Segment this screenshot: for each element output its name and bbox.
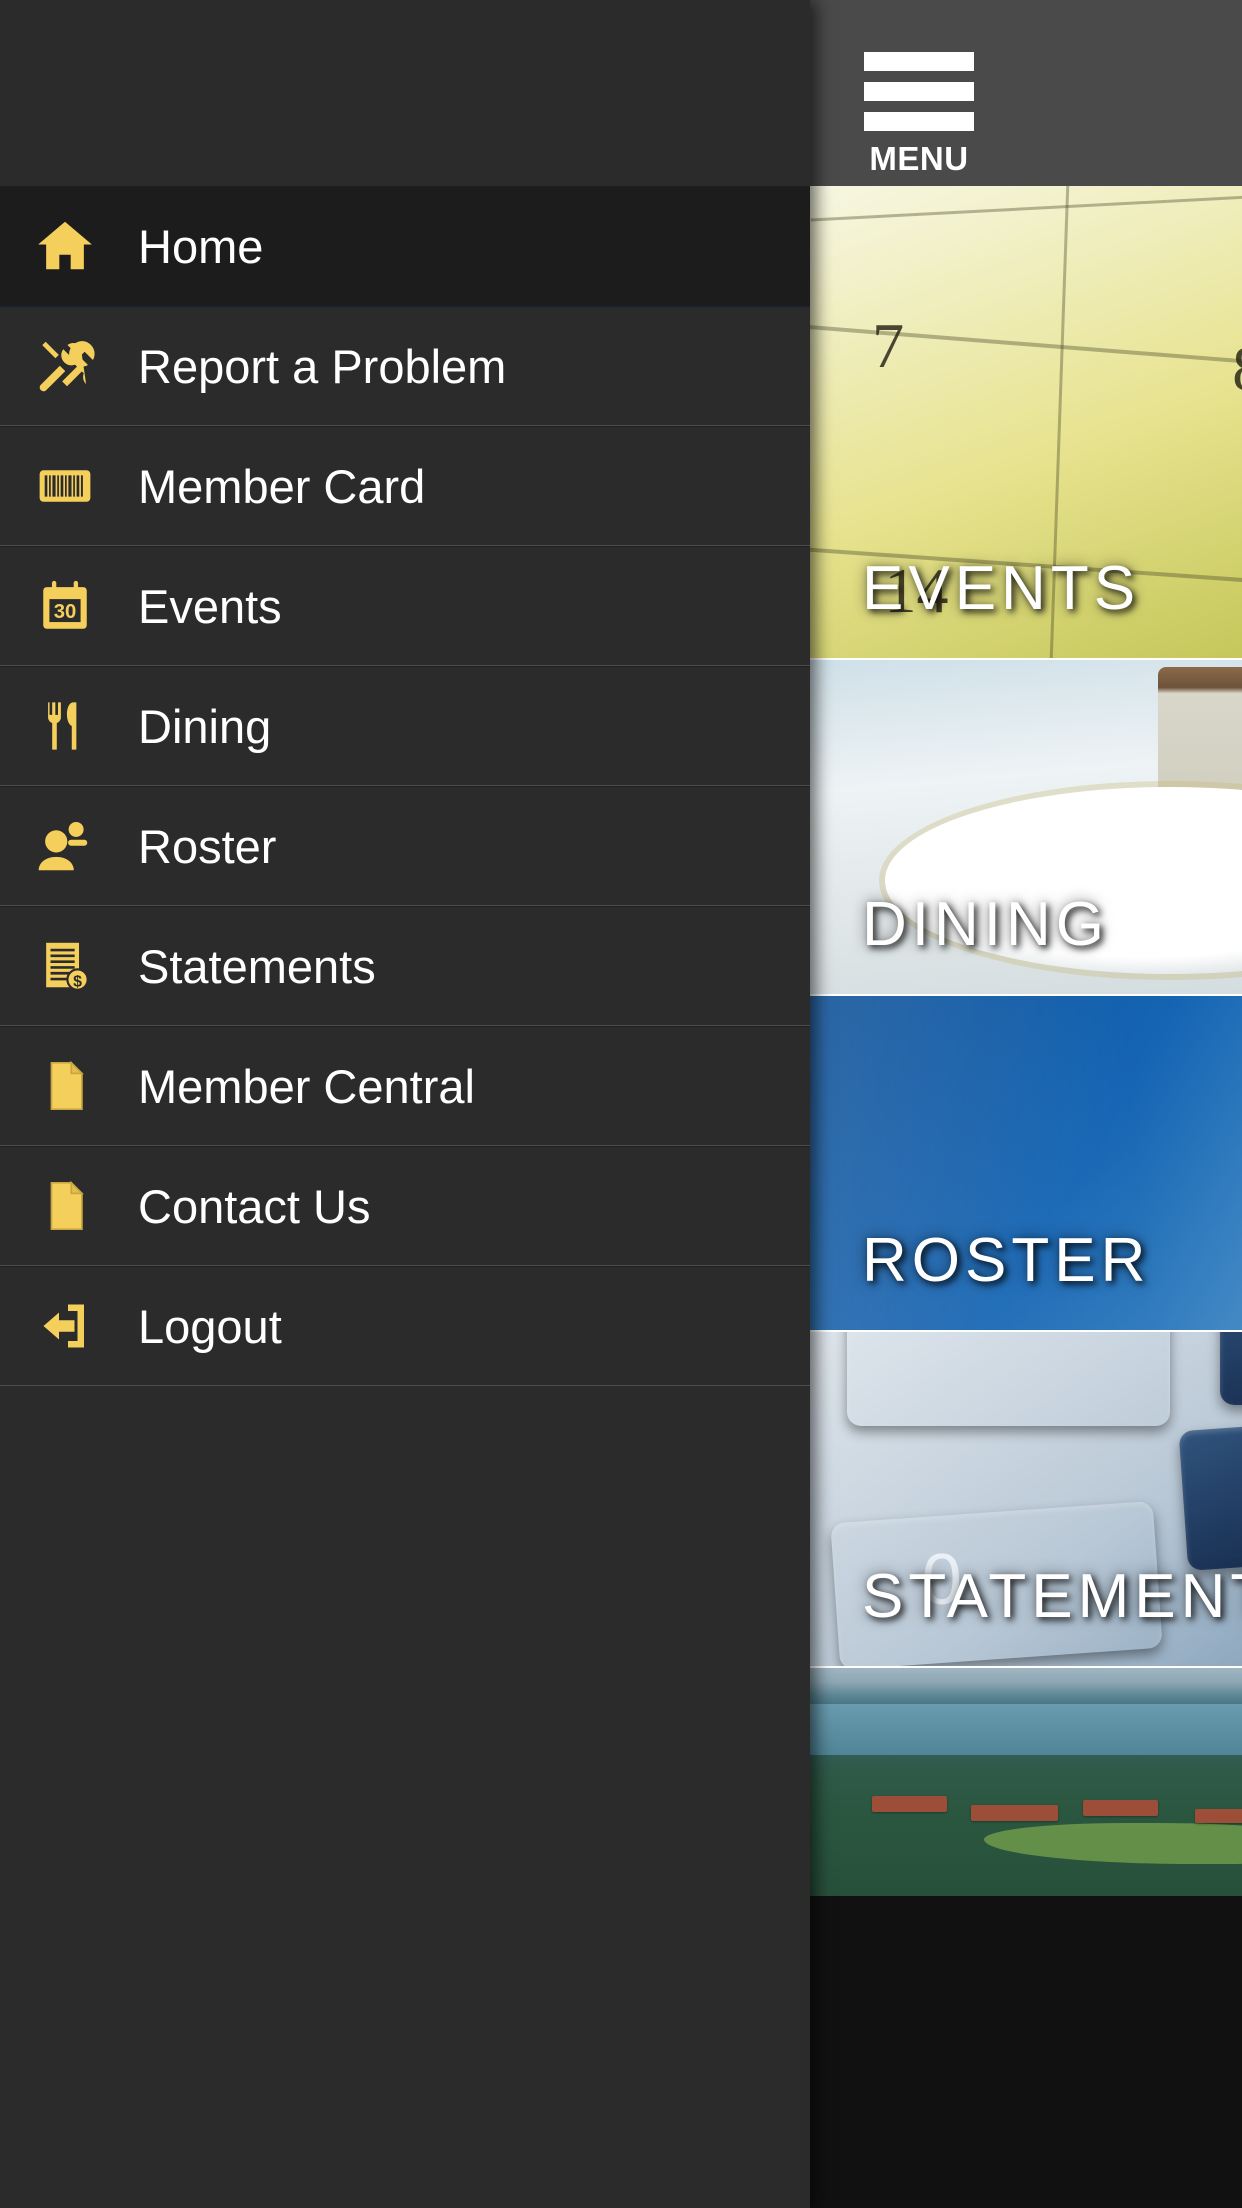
sidebar-item-label-dining: Dining bbox=[138, 699, 272, 753]
sidebar-item-label-statements: Statements bbox=[138, 939, 376, 993]
sidebar-item-label-member-central: Member Central bbox=[138, 1059, 475, 1113]
sidebar-item-statements[interactable]: $ Statements bbox=[0, 906, 810, 1026]
sidebar-item-logout[interactable]: Logout bbox=[0, 1266, 810, 1386]
sidebar-item-dining[interactable]: Dining bbox=[0, 666, 810, 786]
invoice-icon: $ bbox=[26, 927, 104, 1005]
tile-label-roster: ROSTER bbox=[862, 1226, 1151, 1295]
drawer-header-spacer bbox=[0, 0, 810, 186]
calendar-icon: 30 bbox=[26, 567, 104, 645]
page-icon bbox=[26, 1047, 104, 1125]
app-root: MENU 1 7 8 9 14 15 EVENTS bbox=[0, 0, 1242, 2208]
tile-statements[interactable]: 0 2 STATEMENTS bbox=[810, 1332, 1242, 1668]
sidebar-item-contact-us[interactable]: Contact Us bbox=[0, 1146, 810, 1266]
sidebar-item-label-home: Home bbox=[138, 219, 264, 273]
community-tile-image bbox=[810, 1668, 1242, 1896]
sidebar-item-label-member-card: Member Card bbox=[138, 459, 426, 513]
cutlery-icon bbox=[26, 687, 104, 765]
sidebar-item-roster[interactable]: Roster bbox=[0, 786, 810, 906]
home-icon bbox=[26, 207, 104, 285]
top-app-bar: MENU bbox=[810, 0, 1242, 186]
sidebar-item-report-a-problem[interactable]: Report a Problem bbox=[0, 306, 810, 426]
page-icon bbox=[26, 1167, 104, 1245]
people-icon bbox=[26, 807, 104, 885]
tile-label-events: EVENTS bbox=[862, 554, 1141, 623]
tile-community[interactable] bbox=[810, 1668, 1242, 1896]
menu-button-label: MENU bbox=[869, 140, 969, 177]
sidebar-item-label-events: Events bbox=[138, 579, 282, 633]
tile-events[interactable]: 1 7 8 9 14 15 EVENTS bbox=[810, 186, 1242, 660]
sidebar-item-label-logout: Logout bbox=[138, 1299, 282, 1353]
hamburger-menu-button[interactable]: MENU bbox=[864, 52, 974, 175]
svg-text:$: $ bbox=[73, 973, 82, 990]
main-content: MENU 1 7 8 9 14 15 EVENTS bbox=[810, 0, 1242, 2208]
sidebar-item-member-central[interactable]: Member Central bbox=[0, 1026, 810, 1146]
svg-text:30: 30 bbox=[54, 601, 77, 623]
hamburger-bar-2 bbox=[864, 82, 974, 101]
sidebar-item-member-card[interactable]: Member Card bbox=[0, 426, 810, 546]
sidebar-item-events[interactable]: 30 Events bbox=[0, 546, 810, 666]
logout-arrow-icon bbox=[26, 1287, 104, 1365]
tile-label-dining: DINING bbox=[862, 890, 1109, 959]
tile-dining[interactable]: DINING bbox=[810, 660, 1242, 996]
drawer-empty-area bbox=[0, 1386, 810, 2206]
hamburger-bar-3 bbox=[864, 112, 974, 131]
barcode-icon bbox=[26, 447, 104, 525]
sidebar-item-home[interactable]: Home bbox=[0, 186, 810, 306]
navigation-drawer: Home Report a Problem Member Card 30 Eve… bbox=[0, 0, 810, 2208]
sidebar-item-label-report-a-problem: Report a Problem bbox=[138, 339, 507, 393]
tile-roster[interactable]: ROSTER bbox=[810, 996, 1242, 1332]
tile-label-statements: STATEMENTS bbox=[862, 1562, 1242, 1631]
tools-icon bbox=[26, 327, 104, 405]
sidebar-item-label-roster: Roster bbox=[138, 819, 277, 873]
hamburger-menu-icon bbox=[864, 52, 974, 71]
sidebar-item-label-contact-us: Contact Us bbox=[138, 1179, 371, 1233]
